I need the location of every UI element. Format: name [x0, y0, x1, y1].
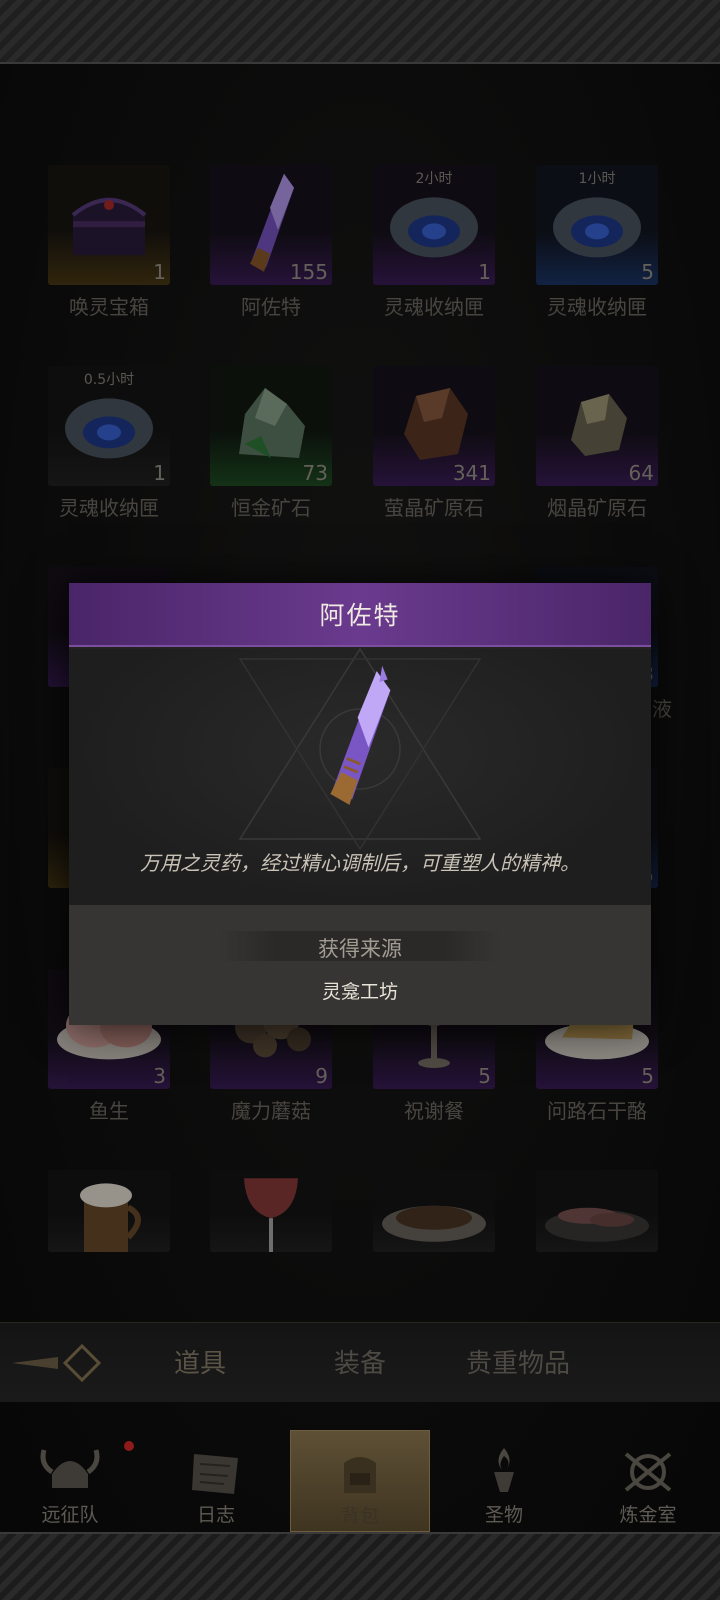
arrow-emblem-icon [12, 1343, 102, 1383]
item-name: 萤晶矿原石 [384, 496, 484, 520]
torch-icon [494, 1448, 514, 1492]
item-count: 3 [153, 1064, 166, 1088]
nav-label: 圣物 [484, 1504, 523, 1526]
item-cell[interactable]: 73 恒金矿石 [210, 366, 332, 520]
item-name: 灵魂收纳匣 [384, 295, 484, 319]
item-count: 155 [289, 260, 328, 284]
item-slot[interactable]: 341 [373, 366, 495, 486]
chest-icon [71, 197, 147, 256]
item-slot[interactable]: 1小时 5 [536, 165, 658, 285]
soul-box-icon [553, 197, 641, 258]
tab-items[interactable]: 道具 [174, 1343, 226, 1380]
nav-label: 日志 [196, 1504, 235, 1526]
item-cell[interactable]: 1 唤灵宝箱 [48, 165, 170, 319]
bottom-nav: 远征队 日志 背包 圣物 炼金室 [0, 1430, 720, 1532]
modal-header: 阿佐特 [69, 583, 651, 647]
item-count: 1 [153, 260, 166, 284]
notification-badge [124, 1441, 134, 1451]
bottom-frame [0, 1532, 720, 1600]
alchemy-icon [624, 1452, 672, 1492]
modal-title: 阿佐特 [319, 601, 401, 630]
tab-valuables[interactable]: 贵重物品 [466, 1343, 570, 1380]
item-name: 鱼生 [89, 1099, 129, 1123]
nav-label: 背包 [340, 1505, 379, 1527]
ale-mug-icon [80, 1183, 141, 1252]
soul-box-icon [65, 398, 153, 459]
item-cell[interactable] [373, 1170, 495, 1288]
item-slot[interactable]: 2小时 1 [373, 165, 495, 285]
item-cell[interactable]: 155 阿佐特 [210, 165, 332, 319]
viking-helmet-icon [40, 1449, 100, 1488]
top-frame [0, 0, 720, 64]
crystal-vial-icon [330, 665, 391, 805]
scroll-icon [192, 1454, 238, 1494]
item-cell[interactable]: 0.5小时 1 灵魂收纳匣 [48, 366, 170, 520]
item-cell[interactable] [210, 1170, 332, 1288]
item-slot[interactable]: 0.5小时 1 [48, 366, 170, 486]
item-cell[interactable]: 64 烟晶矿原石 [536, 366, 658, 520]
sausage-plate-icon [545, 1207, 649, 1242]
item-slot[interactable] [536, 1170, 658, 1252]
modal-description: 万用之灵药，经过精心调制后，可重塑人的精神。 [140, 851, 580, 875]
backpack-icon [344, 1457, 376, 1493]
item-cell[interactable]: 2小时 1 灵魂收纳匣 [373, 165, 495, 319]
item-name: 祝谢餐 [404, 1099, 464, 1123]
item-count: 64 [628, 461, 654, 485]
item-count: 5 [478, 1064, 491, 1088]
item-count: 1 [153, 461, 166, 485]
soul-box-icon [390, 197, 478, 258]
nav-label: 炼金室 [619, 1504, 677, 1526]
item-cell[interactable]: 341 萤晶矿原石 [373, 366, 495, 520]
nav-relics[interactable]: 圣物 [434, 1430, 574, 1532]
item-name: 烟晶矿原石 [547, 496, 647, 520]
item-slot[interactable]: 73 [210, 366, 332, 486]
nav-backpack[interactable]: 背包 [290, 1430, 430, 1532]
item-cell[interactable] [536, 1170, 658, 1288]
item-slot[interactable]: 155 [210, 165, 332, 285]
modal-body: 万用之灵药，经过精心调制后，可重塑人的精神。 [69, 647, 651, 905]
nav-alchemy[interactable]: 炼金室 [578, 1430, 718, 1532]
item-slot[interactable] [210, 1170, 332, 1252]
smoky-crystal-icon [571, 394, 627, 456]
source-label: 获得来源 [318, 937, 402, 961]
amber-crystal-icon [404, 388, 468, 460]
item-name: 问路石干酪 [547, 1099, 647, 1123]
wine-glass-icon [244, 1178, 298, 1252]
source-value[interactable]: 灵龛工坊 [69, 977, 651, 1004]
item-count: 5 [641, 1064, 654, 1088]
source-section: 获得来源 灵龛工坊 [69, 905, 651, 1025]
meat-plate-icon [382, 1205, 486, 1242]
item-slot[interactable]: 1 [48, 165, 170, 285]
item-count: 5 [641, 260, 654, 284]
tab-equipment[interactable]: 装备 [334, 1343, 386, 1380]
item-name: 恒金矿石 [231, 496, 311, 520]
item-slot[interactable]: 64 [536, 366, 658, 486]
item-name: 灵魂收纳匣 [59, 496, 159, 520]
item-detail-modal[interactable]: 阿佐特 万用之灵药，经过精心调制后，可重塑人的精神。 获得来源 灵龛工坊 [69, 583, 651, 1025]
nav-journal[interactable]: 日志 [146, 1430, 286, 1532]
item-count: 9 [315, 1064, 328, 1088]
item-name: 阿佐特 [241, 295, 301, 319]
item-name: 唤灵宝箱 [69, 295, 149, 319]
item-count: 1 [478, 260, 491, 284]
item-count: 341 [452, 461, 491, 485]
nav-label: 远征队 [41, 1504, 99, 1526]
item-slot[interactable] [48, 1170, 170, 1252]
item-name: 魔力蘑菇 [231, 1099, 311, 1123]
category-tab-bar: 道具 装备 贵重物品 [0, 1322, 720, 1402]
item-count: 73 [302, 461, 328, 485]
ore-icon [239, 388, 305, 458]
nav-expedition[interactable]: 远征队 [0, 1430, 140, 1532]
item-name: 灵魂收纳匣 [547, 295, 647, 319]
item-slot[interactable] [373, 1170, 495, 1252]
item-cell[interactable] [48, 1170, 170, 1288]
item-cell[interactable]: 1小时 5 灵魂收纳匣 [536, 165, 658, 319]
